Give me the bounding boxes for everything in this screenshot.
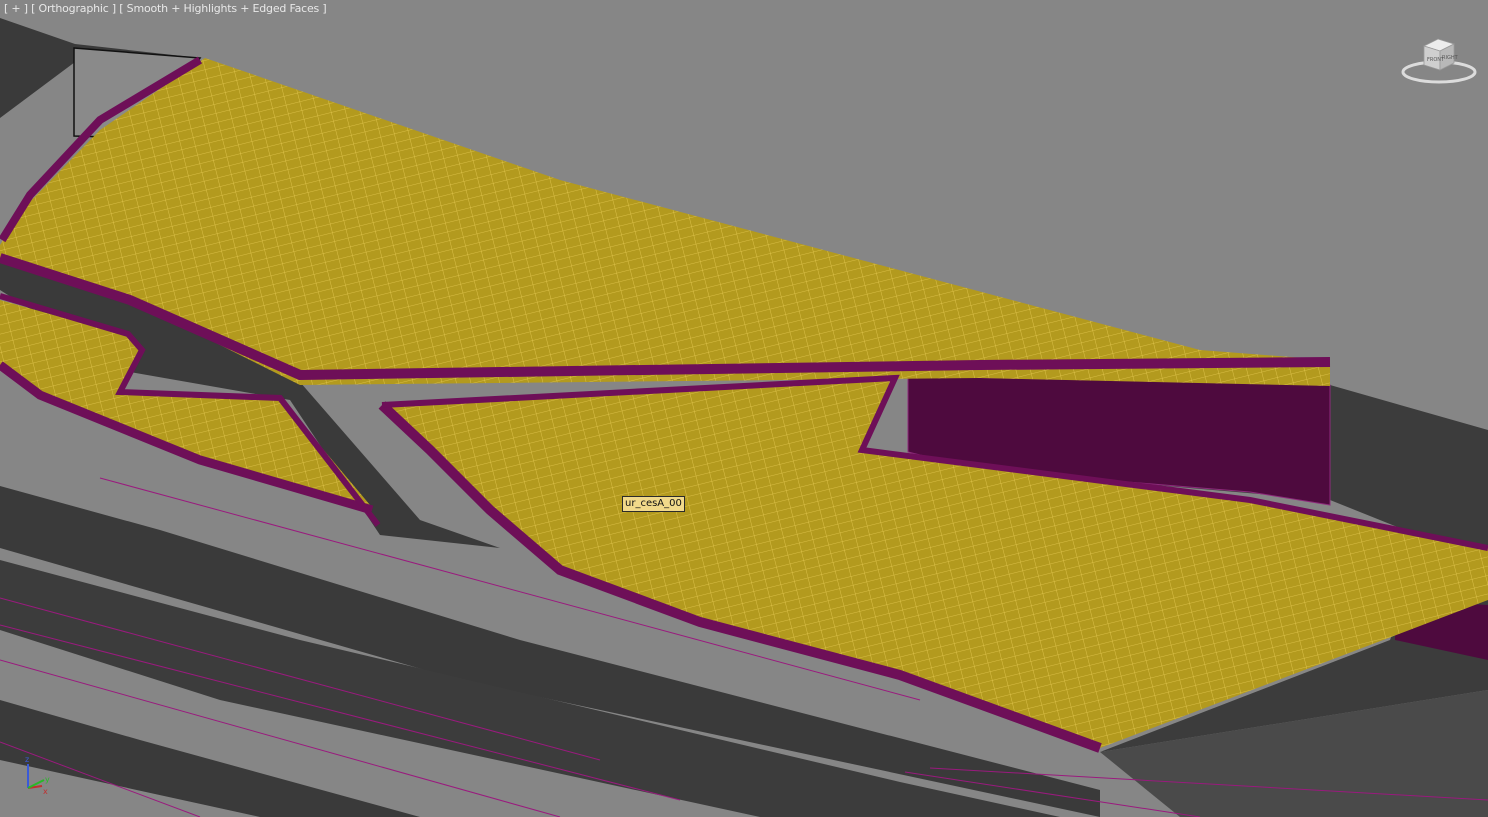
viewcube-right-label: RIGHT: [1442, 55, 1459, 61]
viewport-view-button[interactable]: [ Orthographic ]: [31, 2, 116, 15]
axis-z-label: z: [25, 755, 29, 764]
viewport-menu-button[interactable]: [ + ]: [4, 2, 28, 15]
viewport-label[interactable]: [ + ] [ Orthographic ] [ Smooth + Highli…: [4, 2, 327, 15]
object-name-tag: ur_cesA_00: [622, 496, 685, 512]
axis-y-label: y: [45, 775, 50, 784]
viewport-shading-button[interactable]: [ Smooth + Highlights + Edged Faces ]: [119, 2, 326, 15]
scene-canvas[interactable]: [0, 0, 1488, 817]
axis-tripod-icon: z x y: [25, 755, 50, 796]
viewcube-icon[interactable]: FRONT RIGHT: [1400, 34, 1478, 86]
3d-viewport[interactable]: [ + ] [ Orthographic ] [ Smooth + Highli…: [0, 0, 1488, 817]
axis-x-label: x: [43, 787, 48, 796]
